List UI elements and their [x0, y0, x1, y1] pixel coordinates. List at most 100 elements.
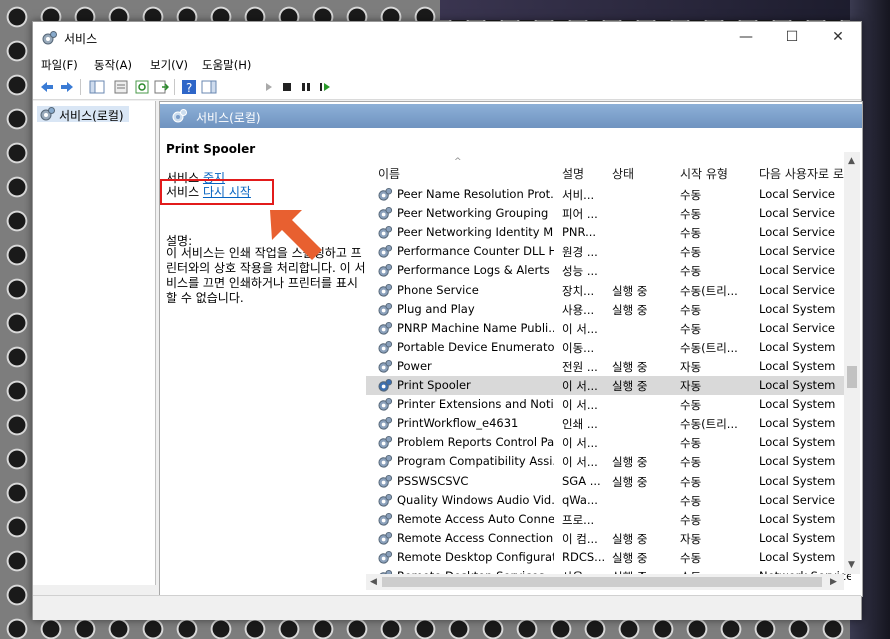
table-row[interactable]: Problem Reports Control Pa... 이 서... 수동 Loc…: [366, 433, 846, 452]
vertical-scrollbar[interactable]: ▲ ▼: [844, 152, 860, 574]
scroll-left-arrow-icon[interactable]: ◀: [370, 577, 377, 587]
status-bar: [33, 595, 861, 620]
menu-action[interactable]: 동작(A): [94, 57, 132, 73]
column-name[interactable]: 이름: [378, 165, 400, 182]
cell-start-type: 자동: [680, 531, 702, 546]
service-gear-icon: [378, 187, 393, 201]
cell-start-type: 수동: [680, 512, 702, 527]
horizontal-scroll-thumb[interactable]: [382, 577, 822, 587]
cell-logon: Local System: [759, 339, 836, 354]
service-gear-icon: [378, 264, 393, 277]
table-row[interactable]: Program Compatibility Assi... 이 서... 실행 중 수…: [366, 452, 846, 471]
cell-start-type: 수동: [680, 321, 702, 336]
cell-name: PSSWSCSVC: [397, 473, 469, 488]
cell-start-type: 수동(트리...: [680, 283, 738, 298]
close-button[interactable]: ✕: [815, 22, 861, 53]
pane-header: 서비스(로컬): [160, 104, 862, 128]
cell-state: 실행 중: [612, 379, 648, 393]
export-list-icon[interactable]: [153, 79, 169, 95]
cell-start-type: 수동: [680, 188, 702, 202]
column-start-type[interactable]: 시작 유형: [680, 165, 728, 182]
forward-arrow-icon[interactable]: [59, 79, 75, 95]
stop-service-icon[interactable]: [279, 79, 295, 95]
maximize-button[interactable]: ☐: [769, 22, 815, 53]
cell-desc: 성능 ...: [562, 264, 598, 279]
back-arrow-icon[interactable]: [39, 79, 55, 95]
cell-logon: Local System: [759, 511, 836, 526]
table-row[interactable]: Peer Networking Grouping 피어 ... 수동 Local Se…: [366, 204, 846, 223]
cell-logon: Local Service: [759, 206, 835, 221]
cell-desc: 전원 ...: [562, 359, 598, 374]
table-row[interactable]: PrintWorkflow_e4631 인쇄 ... 수동(트리... Local S…: [366, 414, 846, 433]
table-row[interactable]: Performance Counter DLL H... 원경 ... 수동 Loca…: [366, 242, 846, 261]
table-row[interactable]: Phone Service 장치... 실행 중 수동(트리... Local Serv…: [366, 281, 846, 300]
properties-icon[interactable]: [113, 79, 129, 95]
cell-logon: Local System: [759, 549, 836, 564]
cell-logon: Local Service: [759, 263, 835, 278]
table-row[interactable]: PNRP Machine Name Publi... 이 서... 수동 Local …: [366, 319, 846, 338]
start-service-icon[interactable]: [261, 79, 277, 95]
cell-logon: Local System: [759, 301, 836, 316]
table-row[interactable]: PSSWSCSVC SGA ... 실행 중 수동 Local System: [366, 472, 846, 491]
service-gear-icon: [378, 512, 393, 526]
cell-start-type: 자동: [680, 359, 702, 374]
restart-service-icon[interactable]: [317, 79, 333, 95]
service-gear-icon: [378, 378, 393, 392]
horizontal-scrollbar[interactable]: ◀ ▶: [366, 574, 844, 590]
cell-name: Print Spooler: [397, 378, 471, 392]
cell-name: Peer Name Resolution Prot...: [397, 187, 554, 201]
column-logon[interactable]: 다음 사용자로 로: [759, 165, 847, 182]
table-row[interactable]: Peer Name Resolution Prot... 서비... 수동 Local…: [366, 185, 846, 204]
scroll-down-arrow-icon[interactable]: ▼: [848, 560, 855, 570]
services-gear-icon: [42, 31, 57, 45]
table-row[interactable]: Printer Extensions and Noti... 이 서... 수동 Lo…: [366, 395, 846, 414]
scroll-right-arrow-icon[interactable]: ▶: [830, 577, 837, 587]
cell-start-type: 수동: [680, 474, 702, 489]
column-desc[interactable]: 설명: [562, 165, 584, 182]
minimize-button[interactable]: —: [723, 22, 769, 53]
table-row[interactable]: Performance Logs & Alerts 성능 ... 수동 Local S…: [366, 261, 846, 280]
action-pane-icon[interactable]: [201, 79, 217, 95]
show-hide-console-tree-icon[interactable]: [89, 79, 105, 95]
column-state[interactable]: 상태: [612, 165, 634, 182]
title-bar[interactable]: 서비스 — ☐ ✕: [33, 22, 861, 53]
cell-state: 실행 중: [612, 302, 648, 317]
svg-text:?: ?: [186, 81, 192, 95]
description-text: 이 서비스는 인쇄 작업을 스풀링하고 프린터와의 상호 작용을 처리합니다. …: [166, 246, 366, 305]
cell-desc: RDCS...: [562, 549, 606, 564]
help-icon[interactable]: ?: [181, 79, 197, 95]
cell-name: Phone Service: [397, 282, 479, 297]
sort-chevron-icon: ^: [454, 157, 462, 167]
vertical-scroll-thumb[interactable]: [847, 366, 857, 388]
table-row[interactable]: Remote Access Auto Conne... 프로... 수동 Local …: [366, 510, 846, 529]
cell-desc: 이 서...: [562, 321, 598, 336]
cell-desc: 프로...: [562, 512, 595, 527]
refresh-icon[interactable]: [134, 79, 150, 95]
table-row[interactable]: Remote Access Connection ... 이 컴... 실행 중 자동…: [366, 529, 846, 548]
menu-help[interactable]: 도움말(H): [202, 57, 251, 73]
service-gear-icon: [378, 207, 393, 220]
cell-name: Peer Networking Identity M...: [397, 225, 554, 240]
service-gear-icon: [378, 245, 393, 258]
cell-desc: 인쇄 ...: [562, 417, 598, 432]
table-row[interactable]: Plug and Play 사용... 실행 중 수동 Local System: [366, 300, 846, 319]
pause-service-icon[interactable]: [298, 79, 314, 95]
cell-desc: 이 서...: [562, 398, 598, 413]
cell-state: 실행 중: [612, 359, 648, 374]
cell-logon: Local System: [759, 416, 836, 431]
table-row[interactable]: Remote Desktop Configurat... RDCS... 실행 중 수…: [366, 548, 846, 567]
scroll-up-arrow-icon[interactable]: ▲: [848, 156, 855, 166]
table-row[interactable]: Quality Windows Audio Vid... qWa... 수동 Loca…: [366, 491, 846, 510]
service-gear-icon: [378, 340, 393, 354]
table-row[interactable]: Print Spooler 이 서... 실행 중 자동 Local System: [366, 376, 846, 395]
menu-view[interactable]: 보기(V): [150, 57, 188, 73]
cell-state: 실행 중: [612, 550, 648, 565]
cell-name: Quality Windows Audio Vid...: [397, 492, 554, 507]
menu-file[interactable]: 파일(F): [41, 57, 78, 73]
table-row[interactable]: Power 전원 ... 실행 중 자동 Local System: [366, 357, 846, 376]
tree-label-services-local[interactable]: 서비스(로컬): [59, 107, 124, 124]
table-row[interactable]: Portable Device Enumerator... 이동... 수동(트리.…: [366, 338, 846, 357]
table-row[interactable]: Peer Networking Identity M... PNR... 수동 Loc…: [366, 223, 846, 242]
cell-logon: Local System: [759, 454, 836, 469]
cell-name: Remote Desktop Configurat...: [397, 549, 554, 564]
